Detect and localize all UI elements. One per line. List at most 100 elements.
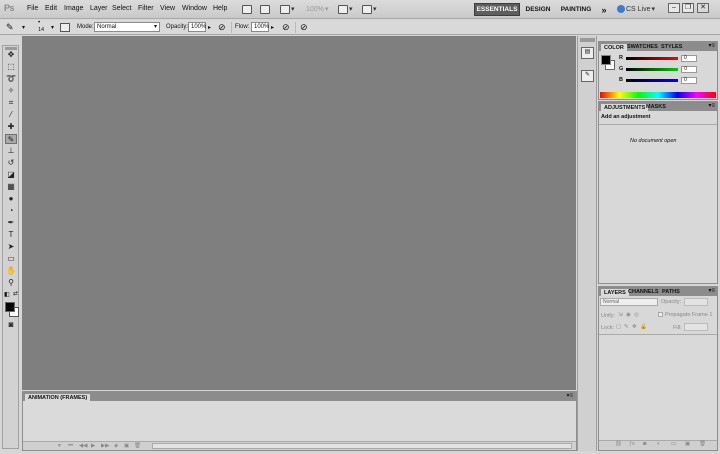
spot-healing-tool-icon[interactable]: ✚ xyxy=(5,122,17,132)
more-workspaces-button[interactable]: » xyxy=(598,3,610,16)
cs-live-button[interactable]: CS Live ▾ xyxy=(617,3,655,15)
workspace-design[interactable]: DESIGN xyxy=(524,3,552,16)
blue-value-input[interactable]: 0 xyxy=(680,76,697,84)
default-colors-icon[interactable]: ◧ xyxy=(4,291,10,298)
brush-panel-toggle-icon[interactable] xyxy=(60,23,70,32)
panel-menu-icon[interactable]: ▾≡ xyxy=(708,287,715,294)
blur-tool-icon[interactable]: ● xyxy=(5,194,17,204)
lock-all-icon[interactable]: 🔒 xyxy=(640,324,647,330)
chevron-down-icon[interactable]: ▾ xyxy=(51,24,54,31)
eyedropper-tool-icon[interactable]: ⁄ xyxy=(5,110,17,120)
duplicate-frame-icon[interactable]: ▣ xyxy=(124,443,129,449)
foreground-color-swatch[interactable] xyxy=(5,302,15,312)
swap-colors-icon[interactable]: ⇄ xyxy=(13,290,18,297)
fill-input[interactable] xyxy=(684,323,708,331)
tablet-pressure-size-icon[interactable]: ⊘ xyxy=(300,22,308,33)
arrange-documents-button[interactable]: ▾ xyxy=(338,3,353,15)
lock-transparent-icon[interactable]: ▢ xyxy=(616,324,621,330)
brush-presets-panel-icon[interactable]: ✎ xyxy=(581,70,594,82)
panel-menu-icon[interactable]: ▾≡ xyxy=(708,102,715,109)
opacity-slider-toggle[interactable]: ▸ xyxy=(208,24,211,31)
delete-frame-icon[interactable]: 🗑 xyxy=(134,443,141,449)
dock-grip[interactable] xyxy=(580,38,595,42)
panel-menu-icon[interactable]: ▾≡ xyxy=(566,392,573,399)
tab-adjustments[interactable]: ADJUSTMENTS xyxy=(600,103,650,111)
lock-image-icon[interactable]: ✎ xyxy=(624,324,629,330)
tab-animation-frames[interactable]: ANIMATION (FRAMES) xyxy=(24,393,92,401)
foreground-color-swatch[interactable] xyxy=(601,55,611,65)
menu-view[interactable]: View xyxy=(160,5,175,12)
menu-layer[interactable]: Layer xyxy=(90,5,108,12)
shape-tool-icon[interactable]: ▭ xyxy=(5,254,17,264)
view-extras-button[interactable]: ▾ xyxy=(280,3,295,15)
history-brush-tool-icon[interactable]: ↺ xyxy=(5,158,17,168)
tab-styles[interactable]: STYLES xyxy=(658,43,685,51)
layer-style-icon[interactable]: ƒx xyxy=(629,441,635,447)
next-frame-icon[interactable]: ▶▶ xyxy=(101,443,109,449)
quick-mask-icon[interactable]: ◙ xyxy=(5,320,17,330)
marquee-tool-icon[interactable]: ⬚ xyxy=(5,62,17,72)
unify-style-icon[interactable]: ◎ xyxy=(634,312,639,318)
clone-stamp-tool-icon[interactable]: ⊥ xyxy=(5,146,17,156)
panel-menu-icon[interactable]: ▾≡ xyxy=(708,42,715,49)
chevron-down-icon[interactable]: ▾ xyxy=(22,24,25,31)
menu-image[interactable]: Image xyxy=(64,5,83,12)
close-button[interactable]: ✕ xyxy=(697,3,709,13)
green-value-input[interactable]: 0 xyxy=(681,65,698,73)
quick-selection-tool-icon[interactable]: ✧ xyxy=(5,86,17,96)
layers-list[interactable] xyxy=(599,334,717,440)
lock-position-icon[interactable]: ✥ xyxy=(632,324,637,330)
flow-input[interactable]: 100% xyxy=(251,22,269,32)
previous-frame-icon[interactable]: ◀◀ xyxy=(79,443,87,449)
unify-visibility-icon[interactable]: ◉ xyxy=(626,312,631,318)
pen-tool-icon[interactable]: ✒ xyxy=(5,218,17,228)
menu-help[interactable]: Help xyxy=(213,5,227,12)
first-frame-icon[interactable]: ⏮ xyxy=(68,443,73,450)
mode-dropdown[interactable]: Normal ▾ xyxy=(94,22,160,32)
delete-layer-icon[interactable]: 🗑 xyxy=(699,441,706,447)
red-value-input[interactable]: 0 xyxy=(680,54,697,62)
crop-tool-icon[interactable]: ⌗ xyxy=(5,98,17,108)
loop-options-dropdown[interactable]: ▾ xyxy=(58,443,61,449)
menu-filter[interactable]: Filter xyxy=(138,5,154,12)
menu-select[interactable]: Select xyxy=(112,5,131,12)
gradient-tool-icon[interactable]: ▦ xyxy=(5,182,17,192)
document-canvas-area[interactable] xyxy=(22,36,576,390)
propagate-checkbox[interactable] xyxy=(658,312,663,317)
new-group-icon[interactable]: ▭ xyxy=(671,441,676,447)
hand-tool-icon[interactable]: ✋ xyxy=(5,266,17,276)
link-layers-icon[interactable]: ⛓ xyxy=(615,441,622,447)
tablet-pressure-opacity-icon[interactable]: ⊘ xyxy=(218,22,226,33)
workspace-essentials[interactable]: ESSENTIALS xyxy=(474,3,520,16)
layer-mask-icon[interactable]: ◙ xyxy=(643,441,646,447)
green-slider[interactable] xyxy=(626,67,679,71)
brush-preset-picker[interactable]: • xyxy=(38,20,40,26)
screen-mode-button[interactable]: ▾ xyxy=(362,3,377,15)
blue-slider[interactable] xyxy=(625,78,678,82)
tab-swatches[interactable]: SWATCHES xyxy=(624,43,661,51)
workspace-painting[interactable]: PAINTING xyxy=(558,3,594,16)
opacity-input[interactable]: 100% xyxy=(188,22,206,32)
red-slider[interactable] xyxy=(625,56,678,60)
restore-button[interactable]: ❐ xyxy=(682,3,694,13)
flow-slider-toggle[interactable]: ▸ xyxy=(271,24,274,31)
dodge-tool-icon[interactable]: ◔ xyxy=(5,206,17,216)
move-tool-icon[interactable]: ✥ xyxy=(5,50,17,60)
tab-paths[interactable]: PATHS xyxy=(659,288,683,296)
brush-tool-icon[interactable]: ✎ xyxy=(5,134,17,144)
zoom-tool-icon[interactable]: ⚲ xyxy=(5,278,17,288)
minimize-button[interactable]: – xyxy=(668,3,680,13)
eraser-tool-icon[interactable]: ◪ xyxy=(5,170,17,180)
launch-bridge-button[interactable] xyxy=(242,3,252,15)
type-tool-icon[interactable]: T xyxy=(5,230,17,240)
mini-bridge-button[interactable] xyxy=(260,3,270,15)
menu-window[interactable]: Window xyxy=(182,5,207,12)
new-layer-icon[interactable]: ▣ xyxy=(685,441,690,447)
horizontal-scrollbar[interactable] xyxy=(152,443,572,449)
menu-file[interactable]: File xyxy=(27,5,38,12)
mini-bridge-panel-icon[interactable]: ▤ xyxy=(581,47,594,59)
unify-position-icon[interactable]: ⇲ xyxy=(618,312,623,318)
adjustment-layer-icon[interactable]: ◐ xyxy=(657,441,660,447)
layer-opacity-input[interactable] xyxy=(684,298,708,306)
menu-edit[interactable]: Edit xyxy=(45,5,57,12)
